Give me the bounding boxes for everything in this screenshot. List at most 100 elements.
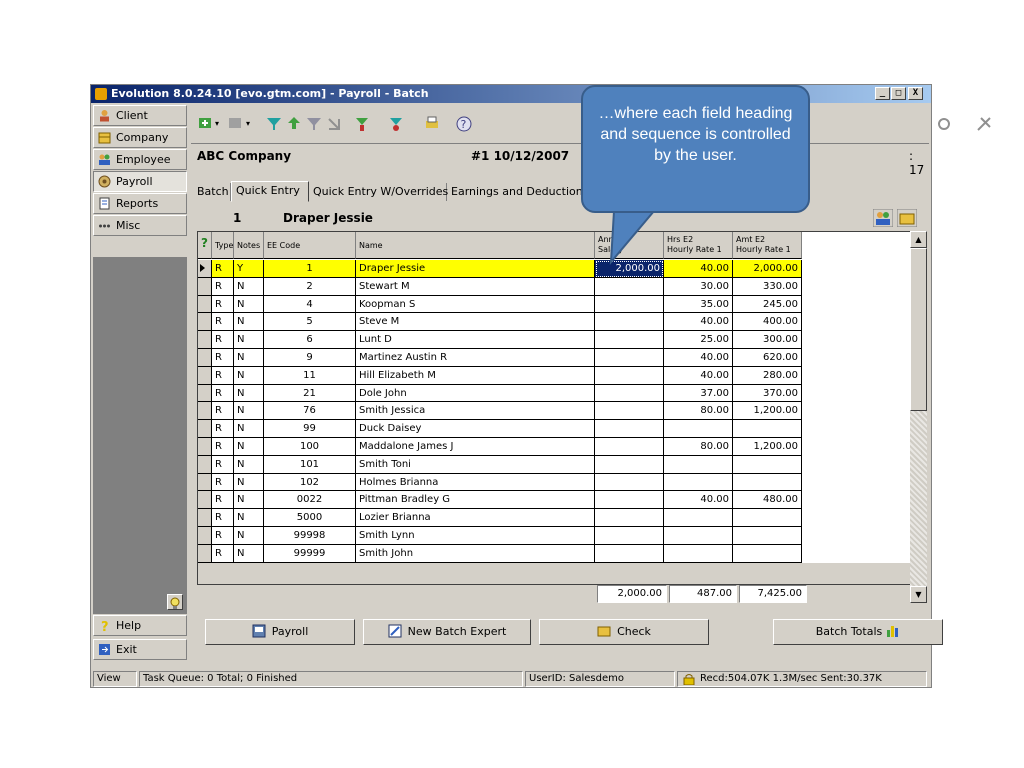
cell-hrs-e2[interactable]: 40.00 (664, 349, 733, 367)
cell-hrs-e2[interactable]: 80.00 (664, 402, 733, 421)
delete-record-icon[interactable] (227, 115, 245, 133)
cell-amt-e2[interactable]: 300.00 (733, 331, 802, 349)
cell-hrs-e2[interactable]: 40.00 (664, 491, 733, 510)
cell-amt-e2[interactable]: 330.00 (733, 277, 802, 296)
cell-hrs-e2[interactable]: 40.00 (664, 313, 733, 332)
cell-hrs-e2[interactable] (664, 473, 733, 492)
cell-type[interactable]: R (212, 491, 234, 510)
cell-ee-code[interactable]: 4 (264, 295, 356, 314)
cell-amt-e2[interactable]: 480.00 (733, 491, 802, 510)
row-indicator[interactable] (198, 313, 212, 332)
cell-name[interactable]: Smith John (356, 544, 595, 563)
people-icon[interactable] (873, 209, 893, 227)
cell-annual-salary[interactable] (595, 277, 664, 296)
sort-icon[interactable] (325, 115, 343, 133)
cell-type[interactable]: R (212, 455, 234, 474)
cell-notes[interactable]: N (234, 455, 264, 474)
view-menu[interactable]: View (93, 671, 137, 687)
cell-type[interactable]: R (212, 313, 234, 332)
grid-corner[interactable]: ? (198, 232, 212, 259)
cell-type[interactable]: R (212, 331, 234, 349)
cell-hrs-e2[interactable]: 25.00 (664, 331, 733, 349)
folder-icon[interactable] (897, 209, 917, 227)
cell-hrs-e2[interactable]: 80.00 (664, 438, 733, 456)
batch-totals-button[interactable]: Batch Totals (773, 619, 943, 645)
filter-icon[interactable] (265, 115, 283, 133)
cell-ee-code[interactable]: 11 (264, 366, 356, 385)
cell-amt-e2[interactable] (733, 473, 802, 492)
cell-type[interactable]: R (212, 473, 234, 492)
cell-name[interactable]: Steve M (356, 313, 595, 332)
cell-ee-code[interactable]: 1 (264, 260, 356, 278)
cell-ee-code[interactable]: 5 (264, 313, 356, 332)
scroll-down-icon[interactable]: ▼ (910, 586, 927, 603)
tools-icon[interactable] (975, 115, 993, 133)
cell-ee-code[interactable]: 76 (264, 402, 356, 421)
cell-ee-code[interactable]: 99 (264, 420, 356, 438)
cell-hrs-e2[interactable]: 40.00 (664, 366, 733, 385)
cell-amt-e2[interactable] (733, 455, 802, 474)
cell-notes[interactable]: N (234, 527, 264, 545)
cell-hrs-e2[interactable]: 37.00 (664, 384, 733, 403)
cell-notes[interactable]: N (234, 509, 264, 527)
cell-name[interactable]: Smith Toni (356, 455, 595, 474)
cell-annual-salary[interactable] (595, 544, 664, 563)
row-indicator[interactable] (198, 544, 212, 563)
upload-icon[interactable] (285, 115, 303, 133)
sidebar-item-payroll[interactable]: Payroll (93, 171, 187, 192)
tab-batch[interactable]: Batch (193, 183, 231, 201)
cell-name[interactable]: Pittman Bradley G (356, 491, 595, 510)
cell-annual-salary[interactable] (595, 527, 664, 545)
row-indicator[interactable] (198, 349, 212, 367)
cell-ee-code[interactable]: 102 (264, 473, 356, 492)
cell-name[interactable]: Maddalone James J (356, 438, 595, 456)
cell-notes[interactable]: N (234, 473, 264, 492)
filter-down-icon[interactable] (305, 115, 323, 133)
cell-type[interactable]: R (212, 349, 234, 367)
cell-hrs-e2[interactable] (664, 527, 733, 545)
row-indicator[interactable] (198, 366, 212, 385)
cell-notes[interactable]: N (234, 544, 264, 563)
row-indicator[interactable] (198, 455, 212, 474)
cell-ee-code[interactable]: 9 (264, 349, 356, 367)
cell-ee-code[interactable]: 99999 (264, 544, 356, 563)
row-indicator-current[interactable] (198, 260, 212, 278)
cell-annual-salary[interactable]: 2,000.00 (595, 260, 664, 278)
cell-amt-e2[interactable]: 280.00 (733, 366, 802, 385)
row-indicator[interactable] (198, 295, 212, 314)
row-indicator[interactable] (198, 420, 212, 438)
sidebar-item-misc[interactable]: Misc (93, 215, 187, 236)
cell-hrs-e2[interactable] (664, 509, 733, 527)
help-button[interactable]: ? Help (93, 615, 187, 636)
cell-annual-salary[interactable] (595, 438, 664, 456)
cell-notes[interactable]: N (234, 491, 264, 510)
check-button[interactable]: Check (539, 619, 709, 645)
sidebar-item-employee[interactable]: Employee (93, 149, 187, 170)
cell-type[interactable]: R (212, 402, 234, 421)
cell-amt-e2[interactable] (733, 420, 802, 438)
help-icon[interactable]: ? (455, 115, 473, 133)
cell-notes[interactable]: N (234, 277, 264, 296)
cell-name[interactable]: Holmes Brianna (356, 473, 595, 492)
sidebar-item-company[interactable]: Company (93, 127, 187, 148)
cell-name[interactable]: Lozier Brianna (356, 509, 595, 527)
cell-amt-e2[interactable]: 1,200.00 (733, 402, 802, 421)
cell-ee-code[interactable]: 101 (264, 455, 356, 474)
cell-type[interactable]: R (212, 527, 234, 545)
row-indicator[interactable] (198, 491, 212, 510)
maximize-button[interactable]: □ (891, 87, 906, 100)
cell-name[interactable]: Stewart M (356, 277, 595, 296)
cell-ee-code[interactable]: 5000 (264, 509, 356, 527)
cell-notes[interactable]: N (234, 384, 264, 403)
cell-name[interactable]: Dole John (356, 384, 595, 403)
cell-annual-salary[interactable] (595, 313, 664, 332)
post-icon[interactable] (353, 115, 371, 133)
cell-notes[interactable]: N (234, 331, 264, 349)
scroll-thumb[interactable] (910, 248, 927, 411)
cell-type[interactable]: R (212, 260, 234, 278)
cell-amt-e2[interactable]: 245.00 (733, 295, 802, 314)
cell-amt-e2[interactable]: 400.00 (733, 313, 802, 332)
dropdown-arrow-icon[interactable]: ▾ (246, 119, 254, 137)
cell-annual-salary[interactable] (595, 366, 664, 385)
cell-annual-salary[interactable] (595, 509, 664, 527)
